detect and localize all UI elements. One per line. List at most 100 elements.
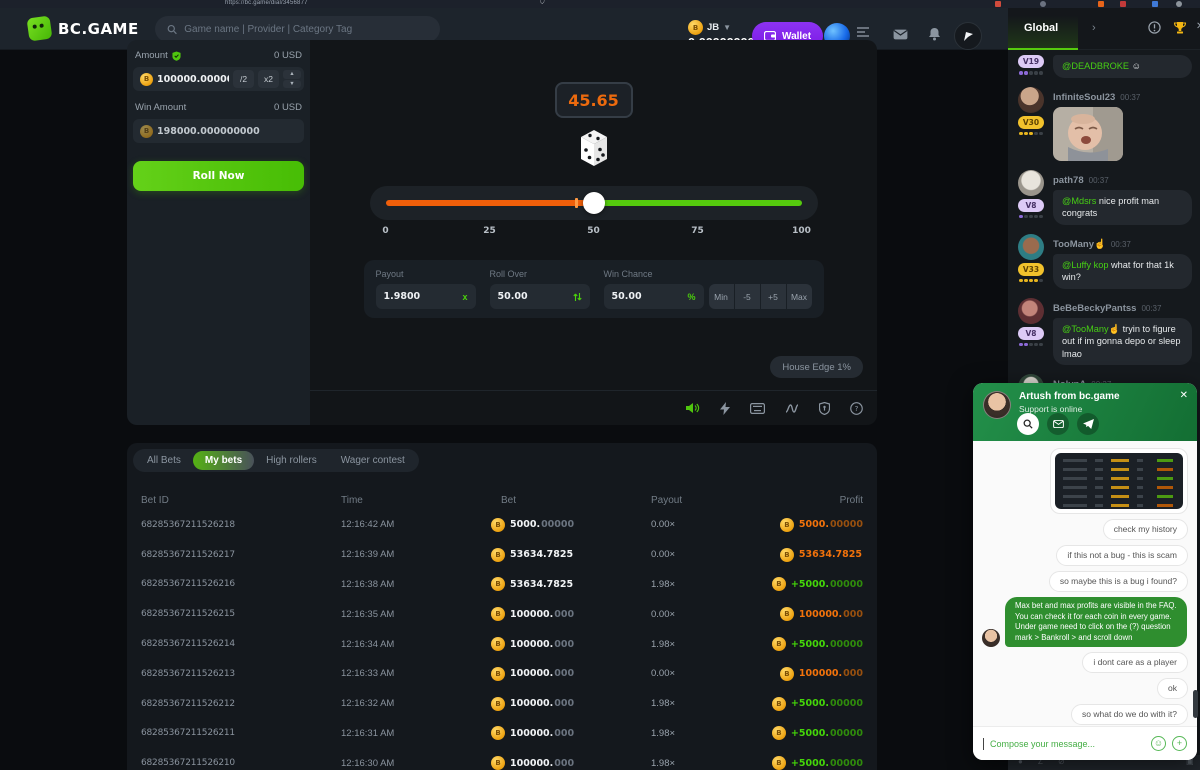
amount-usd-value: 0 USD: [274, 50, 302, 61]
scrollbar-thumb[interactable]: [1193, 690, 1198, 718]
table-row[interactable]: 6828536721152621512:16:35 AM 100000.000 …: [127, 599, 877, 629]
support-agent-title: Artush from bc.game: [1019, 391, 1120, 402]
extension-icon[interactable]: [1098, 1, 1104, 7]
chat-message: V8 BeBeBeckyPantss00:37 @TooMany☝ tryin …: [1016, 298, 1192, 366]
telegram-icon[interactable]: [1077, 413, 1099, 435]
support-user-message: i dont care as a player: [1082, 652, 1188, 673]
result-marker: [575, 198, 578, 208]
roll-slider[interactable]: [370, 186, 818, 220]
amount-stepper: ▲ ▼: [283, 70, 301, 88]
jb-coin-icon: [491, 548, 505, 562]
mention-link[interactable]: @DEADBROKE: [1062, 61, 1129, 71]
max-button[interactable]: Max: [787, 284, 812, 309]
mail-icon[interactable]: [893, 29, 908, 40]
medal-dots: [1019, 215, 1043, 219]
mention-link[interactable]: @Luffy kop: [1062, 260, 1108, 270]
bet-amount-field[interactable]: 100000.000000000 /2 x2 ▲ ▼: [133, 67, 304, 91]
browser-profile-icon[interactable]: [1152, 1, 1158, 7]
roll-slider-handle[interactable]: [583, 192, 605, 214]
tab-high-rollers[interactable]: High rollers: [254, 451, 329, 470]
attach-plus-icon[interactable]: +: [1172, 736, 1187, 751]
table-row[interactable]: 6828536721152621612:16:38 AM 53634.7825 …: [127, 570, 877, 600]
notifications-bell-icon[interactable]: [928, 27, 941, 41]
table-row[interactable]: 6828536721152621312:16:33 AM 100000.000 …: [127, 659, 877, 689]
table-row[interactable]: 6828536721152621212:16:32 AM 100000.000 …: [127, 689, 877, 719]
medal-dots: [1019, 71, 1043, 75]
bcgame-logo[interactable]: BC.GAME: [28, 17, 139, 40]
close-icon[interactable]: ✕: [1180, 390, 1188, 401]
jb-coin-icon: [140, 73, 153, 86]
roll-over-input[interactable]: 50.00: [490, 284, 590, 309]
menu-list-icon[interactable]: [856, 26, 870, 38]
table-row[interactable]: 6828536721152621112:16:31 AM 100000.000 …: [127, 719, 877, 749]
jb-coin-icon: [780, 607, 794, 621]
chat-message: V8 path7800:37 @Mdsrs nice profit man co…: [1016, 170, 1192, 225]
chat-message: V30 InfiniteSoul2300:37: [1016, 87, 1192, 161]
stepper-down-button[interactable]: ▼: [283, 80, 301, 89]
live-stats-icon[interactable]: [785, 403, 799, 414]
scale-tick-50: 50: [587, 226, 600, 236]
min-button[interactable]: Min: [709, 284, 734, 309]
table-row[interactable]: 6828536721152621412:16:34 AM 100000.000 …: [127, 629, 877, 659]
bcgame-logo-icon: [27, 16, 53, 42]
extension-icon[interactable]: [995, 1, 1001, 7]
turbo-lightning-icon[interactable]: [720, 402, 730, 415]
avatar[interactable]: [1018, 170, 1044, 196]
win-chance-input[interactable]: 50.00 %: [604, 284, 704, 309]
help-icon[interactable]: ?: [850, 402, 863, 415]
jb-coin-icon: [491, 637, 505, 651]
sound-icon[interactable]: [686, 402, 700, 414]
mention-link[interactable]: @Mdsrs: [1062, 196, 1096, 206]
chat-message: V33 TooMany☝00:37 @Luffy kop what for th…: [1016, 234, 1192, 289]
fairness-shield-icon[interactable]: [819, 402, 830, 415]
chat-tab-global[interactable]: Global: [1008, 8, 1078, 50]
chevron-right-icon[interactable]: ›: [1092, 22, 1096, 34]
dice-icon: [573, 126, 615, 175]
chat-username[interactable]: InfiniteSoul23: [1053, 92, 1115, 103]
bookmark-icon[interactable]: ⛉: [540, 0, 545, 7]
chat-toggle-button[interactable]: [954, 22, 982, 50]
support-compose-input[interactable]: Compose your message...: [990, 739, 1145, 749]
swap-arrows-icon[interactable]: [573, 292, 582, 302]
double-bet-button[interactable]: x2: [258, 70, 279, 88]
avatar[interactable]: [1018, 234, 1044, 260]
table-row[interactable]: 6828536721152621812:16:42 AM 5000.00000 …: [127, 510, 877, 540]
chat-username[interactable]: path78: [1053, 175, 1084, 186]
close-icon[interactable]: ✕: [1196, 21, 1200, 32]
plus-5-button[interactable]: +5: [761, 284, 786, 309]
table-row[interactable]: 6828536721152621012:16:30 AM 100000.000 …: [127, 748, 877, 770]
browser-menu-icon[interactable]: [1176, 1, 1182, 7]
support-agent-avatar: [983, 391, 1011, 419]
game-search[interactable]: [155, 16, 440, 42]
tab-wager-contest[interactable]: Wager contest: [329, 451, 417, 470]
search-icon[interactable]: [1017, 413, 1039, 435]
roll-now-button[interactable]: Roll Now: [133, 161, 304, 191]
history-screenshot-attachment[interactable]: [1050, 448, 1188, 514]
email-icon[interactable]: [1047, 413, 1069, 435]
address-bar[interactable]: https://bc.game/dial/3456877: [225, 0, 308, 6]
avatar[interactable]: [1018, 87, 1044, 113]
table-row[interactable]: 6828536721152621712:16:39 AM 53634.7825 …: [127, 540, 877, 570]
tab-all-bets[interactable]: All Bets: [135, 451, 193, 470]
payout-input[interactable]: 1.9800 x: [376, 284, 476, 309]
extension-icon[interactable]: [1120, 1, 1126, 7]
hotkeys-keyboard-icon[interactable]: [750, 403, 765, 414]
search-input[interactable]: [184, 24, 428, 35]
emoji-smiley-icon[interactable]: ☺: [1151, 736, 1166, 751]
trophy-icon[interactable]: [1173, 21, 1187, 40]
tab-my-bets[interactable]: My bets: [193, 451, 254, 470]
chat-image-crying-baby[interactable]: [1053, 107, 1123, 161]
win-amount-field[interactable]: 198000.000000000: [133, 119, 304, 143]
chat-panel-header: Global › ✕: [1008, 8, 1200, 50]
mention-link[interactable]: @TooMany☝: [1062, 324, 1120, 334]
minus-5-button[interactable]: -5: [735, 284, 760, 309]
half-bet-button[interactable]: /2: [233, 70, 254, 88]
roll-slider-track[interactable]: [386, 200, 802, 206]
stepper-up-button[interactable]: ▲: [283, 70, 301, 79]
chat-username[interactable]: BeBeBeckyPantss: [1053, 303, 1136, 314]
chat-username[interactable]: TooMany☝: [1053, 239, 1106, 250]
avatar[interactable]: [1018, 298, 1044, 324]
house-edge-badge[interactable]: House Edge 1%: [770, 356, 863, 378]
chat-rules-icon[interactable]: [1148, 21, 1161, 39]
extension-icon[interactable]: [1040, 1, 1046, 7]
